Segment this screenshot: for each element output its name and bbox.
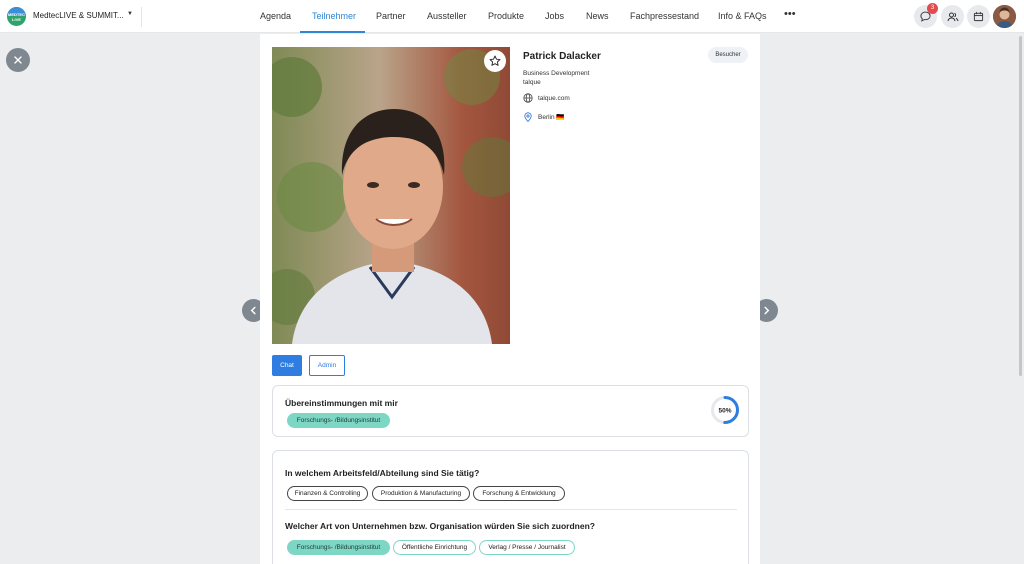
answer-tag: Forschung & Entwicklung bbox=[473, 486, 565, 501]
answer-tag: Forschungs- /Bildungsinstitut bbox=[287, 540, 390, 555]
event-name[interactable]: MedtecLIVE & SUMMIT... bbox=[33, 11, 124, 20]
location-row: Berlin 🇩🇪 bbox=[523, 112, 565, 122]
nav-item-teilnehmer[interactable]: Teilnehmer bbox=[312, 11, 356, 21]
matches-card: Übereinstimmungen mit mir Forschungs- /B… bbox=[272, 385, 749, 437]
questions-card: In welchem Arbeitsfeld/Abteilung sind Si… bbox=[272, 450, 749, 564]
divider bbox=[141, 7, 142, 27]
nav-item-fachpressestand[interactable]: Fachpressestand bbox=[630, 11, 699, 21]
location-text: Berlin 🇩🇪 bbox=[538, 114, 565, 121]
matches-title: Übereinstimmungen mit mir bbox=[285, 398, 398, 408]
chevron-right-icon bbox=[764, 306, 770, 315]
chat-button[interactable]: Chat bbox=[272, 355, 302, 376]
company-name: talque bbox=[523, 79, 541, 86]
nav-item-agenda[interactable]: Agenda bbox=[260, 11, 291, 21]
role-badge: Besucher bbox=[708, 47, 748, 63]
page-scrollbar[interactable] bbox=[1019, 36, 1022, 376]
answer-tag: Finanzen & Controlling bbox=[287, 486, 368, 501]
nav-item-news[interactable]: News bbox=[586, 11, 609, 21]
profile-panel: Patrick Dalacker Besucher Business Devel… bbox=[260, 34, 760, 564]
caret-down-icon[interactable]: ▼ bbox=[127, 11, 133, 17]
profile-name: Patrick Dalacker bbox=[523, 51, 601, 62]
nav-item-produkte[interactable]: Produkte bbox=[488, 11, 524, 21]
job-title: Business Development bbox=[523, 70, 590, 77]
favorite-button[interactable] bbox=[484, 50, 506, 72]
globe-icon bbox=[523, 93, 533, 103]
calendar-button[interactable] bbox=[967, 5, 990, 28]
profile-photo bbox=[272, 47, 510, 344]
close-button[interactable] bbox=[6, 48, 30, 72]
nav-item-info-faqs[interactable]: Info & FAQs bbox=[718, 11, 767, 21]
event-logo[interactable]: MEDTEC LIVE bbox=[7, 7, 26, 26]
top-navigation-bar: MEDTEC LIVE MedtecLIVE & SUMMIT... ▼ Age… bbox=[0, 0, 1024, 33]
question-title: Welcher Art von Unternehmen bzw. Organis… bbox=[285, 521, 595, 531]
nav-item-partner[interactable]: Partner bbox=[376, 11, 406, 21]
answer-tag: Verlag / Presse / Journalist bbox=[479, 540, 575, 555]
calendar-icon bbox=[973, 11, 984, 22]
question-title: In welchem Arbeitsfeld/Abteilung sind Si… bbox=[285, 468, 480, 478]
match-progress-ring: 50% bbox=[711, 396, 739, 424]
close-icon bbox=[14, 56, 22, 64]
user-avatar[interactable] bbox=[993, 5, 1016, 28]
answer-tag: Produktion & Manufacturing bbox=[372, 486, 470, 501]
website-row[interactable]: talque.com bbox=[523, 93, 570, 103]
divider bbox=[285, 509, 737, 510]
admin-button[interactable]: Admin bbox=[309, 355, 345, 376]
people-icon bbox=[947, 12, 958, 21]
nav-item-jobs[interactable]: Jobs bbox=[545, 11, 564, 21]
more-menu-icon[interactable]: ••• bbox=[784, 8, 796, 20]
nav-item-aussteller[interactable]: Aussteller bbox=[427, 11, 467, 21]
match-tag: Forschungs- /Bildungsinstitut bbox=[287, 413, 390, 428]
contacts-button[interactable] bbox=[941, 5, 964, 28]
location-pin-icon bbox=[524, 112, 532, 122]
match-percent: 50% bbox=[718, 408, 731, 415]
website-link[interactable]: talque.com bbox=[538, 95, 570, 102]
active-tab-indicator bbox=[300, 31, 365, 33]
star-icon bbox=[489, 55, 501, 66]
chevron-left-icon bbox=[250, 306, 256, 315]
chat-badge: 3 bbox=[927, 3, 938, 14]
logo-text: MEDTEC LIVE bbox=[8, 12, 25, 22]
answer-tag: Öffentliche Einrichtung bbox=[393, 540, 476, 555]
